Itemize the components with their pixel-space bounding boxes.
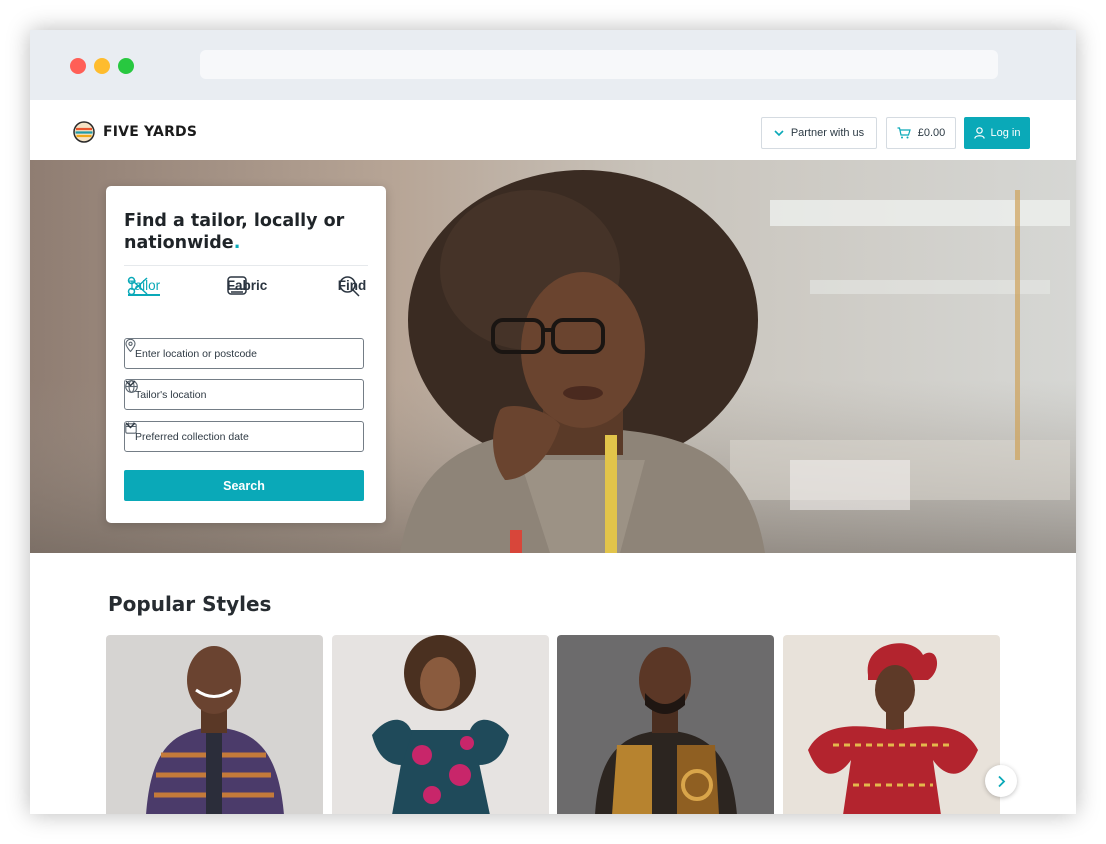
location-placeholder: Enter location or postcode <box>135 347 257 360</box>
login-button[interactable]: Log in <box>964 117 1030 149</box>
cart-icon <box>897 127 911 139</box>
popular-styles-title: Popular Styles <box>108 592 272 616</box>
hero-banner: Find a tailor, locally or nationwide. Ta… <box>30 160 1076 553</box>
logo-icon <box>73 121 95 143</box>
title-period: . <box>233 233 241 253</box>
tab-fabric[interactable]: Fabric <box>225 274 269 295</box>
tailor-search-card: Find a tailor, locally or nationwide. Ta… <box>106 186 386 523</box>
brand-name: FIVE YARDS <box>103 124 198 140</box>
style-card[interactable] <box>332 635 549 814</box>
woman-print-dress-photo <box>332 635 549 814</box>
tab-tailor[interactable]: Tailor <box>126 274 162 296</box>
search-card-title: Find a tailor, locally or nationwide. <box>124 210 374 254</box>
woman-red-headwrap-photo <box>783 635 1000 814</box>
style-card[interactable] <box>106 635 323 814</box>
cart-total: £0.00 <box>917 127 946 139</box>
scissors-icon <box>127 276 148 296</box>
close-window-icon[interactable] <box>70 58 86 74</box>
divider <box>124 265 368 266</box>
style-card[interactable] <box>783 635 1000 814</box>
chevron-right-icon <box>997 775 1005 787</box>
brand-logo[interactable]: FIVE YARDS <box>73 120 197 144</box>
search-icon <box>339 276 360 297</box>
user-icon <box>973 127 985 139</box>
chevron-down-icon <box>125 380 136 387</box>
login-label: Log in <box>990 127 1021 139</box>
maximize-window-icon[interactable] <box>118 58 134 74</box>
partner-label: Partner with us <box>790 127 865 139</box>
chevron-down-icon <box>125 422 136 429</box>
carousel-next-button[interactable] <box>985 765 1017 797</box>
man-print-shirt-photo <box>557 635 774 814</box>
fabric-icon <box>227 276 247 295</box>
minimize-window-icon[interactable] <box>94 58 110 74</box>
address-bar[interactable] <box>200 50 998 79</box>
tailor-location-value: Tailor's location <box>135 388 207 401</box>
map-pin-icon <box>125 339 136 352</box>
collection-date-select[interactable]: Preferred collection date <box>124 421 364 452</box>
search-button[interactable]: Search <box>124 470 364 501</box>
tailor-location-select[interactable]: Tailor's location <box>124 379 364 410</box>
site-header: FIVE YARDS Partner with us £0.00 Log in <box>30 100 1076 160</box>
cart-button[interactable]: £0.00 <box>886 117 956 149</box>
collection-date-value: Preferred collection date <box>135 430 249 443</box>
browser-window: FIVE YARDS Partner with us £0.00 Log in <box>30 30 1076 814</box>
chevron-down-icon <box>774 129 784 136</box>
location-input[interactable]: Enter location or postcode <box>124 338 364 369</box>
partner-with-us-button[interactable]: Partner with us <box>761 117 877 149</box>
tab-find[interactable]: Find <box>337 274 367 297</box>
style-card[interactable] <box>557 635 774 814</box>
browser-chrome <box>30 30 1076 100</box>
man-patterned-shirt-photo <box>106 635 323 814</box>
